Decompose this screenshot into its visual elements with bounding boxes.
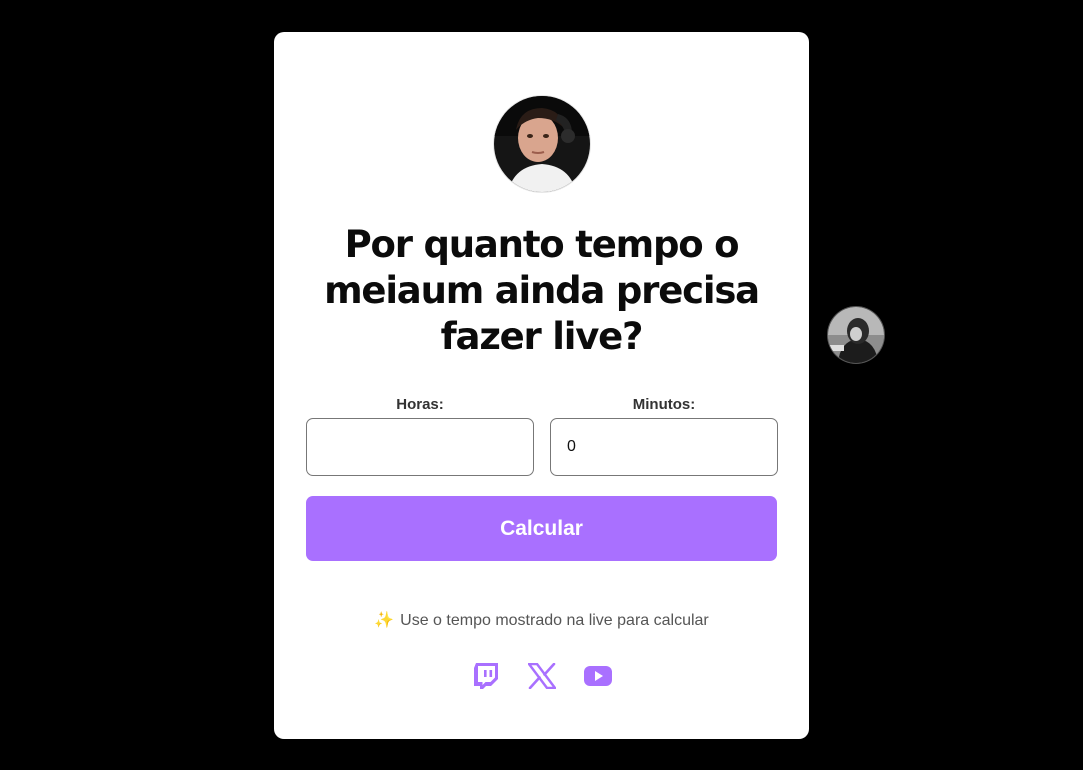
side-avatar-image — [828, 307, 884, 363]
hint-text: Use o tempo mostrado na live para calcul… — [400, 612, 709, 629]
minutes-label: Minutos: — [632, 396, 696, 413]
hours-label: Horas: — [396, 396, 444, 413]
hours-input[interactable] — [306, 418, 534, 476]
sparkles-icon: ✨ — [374, 612, 395, 629]
calculate-button[interactable]: Calcular — [306, 496, 777, 561]
streamer-avatar-image — [494, 96, 590, 192]
page-background: Por quanto tempo o meiaum ainda precisa … — [0, 0, 1083, 770]
hint-text-row: ✨ Use o tempo mostrado na live para calcu… — [274, 610, 809, 630]
twitch-link[interactable] — [472, 662, 500, 690]
page-title: Por quanto tempo o meiaum ainda precisa … — [324, 223, 760, 358]
youtube-link[interactable] — [583, 662, 612, 690]
x-icon — [527, 663, 556, 689]
streamer-avatar — [494, 96, 590, 192]
twitch-icon — [473, 663, 498, 689]
minutes-input[interactable] — [550, 418, 778, 476]
x-link[interactable] — [527, 662, 556, 690]
calculator-card: Por quanto tempo o meiaum ainda precisa … — [274, 32, 809, 739]
youtube-icon — [583, 666, 612, 686]
social-links — [274, 662, 809, 690]
side-avatar[interactable] — [828, 307, 884, 363]
